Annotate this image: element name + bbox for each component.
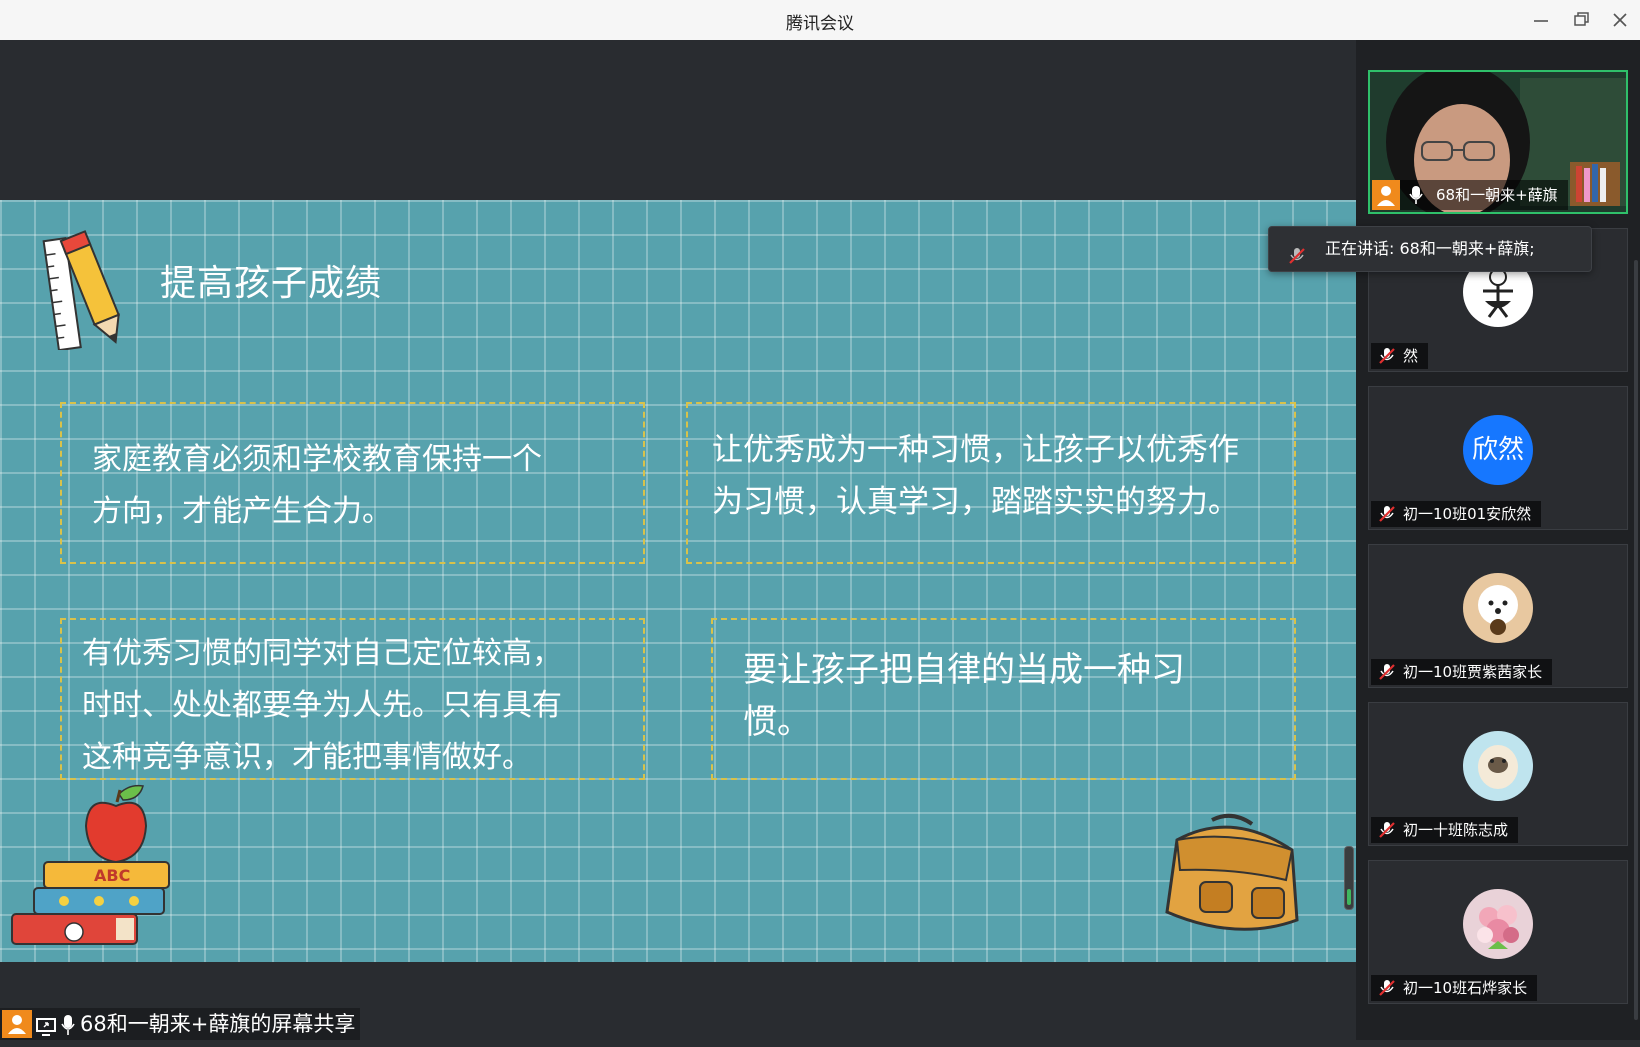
sidebar-scrollbar[interactable]	[1634, 260, 1638, 1020]
participant-name: 然	[1403, 347, 1419, 365]
participant-tile[interactable]: 欣然 初一10班01安欣然	[1368, 386, 1628, 530]
participant-name-bar: 初一10班贾紫茜家长	[1371, 659, 1553, 687]
text-line: 家庭教育必须和学校教育保持一个	[92, 442, 542, 477]
text-line: 要让孩子把自律的当成一种习	[743, 650, 1185, 690]
mic-muted-icon	[1377, 978, 1397, 1003]
participant-name: 68和一朝来+薛旗	[1436, 186, 1558, 204]
mic-muted-icon	[1287, 239, 1307, 283]
minimize-icon	[1534, 20, 1548, 22]
screen-share-text: 68和一朝来+薛旗的屏幕共享	[80, 1012, 356, 1036]
pencil-ruler-icon	[42, 230, 120, 350]
participant-name-bar: 初一10班石烨家长	[1371, 975, 1538, 1003]
participant-sidebar: 68和一朝来+薛旗 然 欣然 初一10班01安欣然 初一10班贾紫茜家长 初一十…	[1356, 40, 1640, 1040]
participant-name: 初一10班石烨家长	[1403, 979, 1528, 997]
text-box-competition: 有优秀习惯的同学对自己定位较高， 时时、处处都要争为人先。只有具有 这种竞争意识…	[60, 618, 645, 780]
volume-indicator[interactable]	[1344, 846, 1354, 910]
minimize-button[interactable]	[1528, 8, 1554, 32]
text-box-family-education: 家庭教育必须和学校教育保持一个 方向，才能产生合力。	[60, 402, 645, 564]
text-line: 这种竞争意识，才能把事情做好。	[82, 740, 532, 775]
participant-name: 初一10班01安欣然	[1403, 505, 1532, 523]
host-icon	[2, 1010, 32, 1038]
text-line: 为习惯，认真学习，踏踏实实的努力。	[712, 484, 1239, 520]
close-button[interactable]	[1607, 8, 1633, 32]
apple-books-icon: ABC	[11, 784, 170, 945]
screen-share-label: 68和一朝来+薛旗的屏幕共享	[0, 1008, 360, 1040]
speaking-tooltip: 正在讲话: 68和一朝来+薛旗;	[1268, 226, 1592, 272]
participant-name-bar: 初一十班陈志成	[1371, 817, 1519, 845]
participant-tile[interactable]: 初一10班贾紫茜家长	[1368, 544, 1628, 688]
slide-title: 提高孩子成绩	[160, 263, 383, 304]
microphone-icon	[1408, 185, 1424, 212]
mic-muted-icon	[1377, 820, 1397, 845]
avatar	[1463, 731, 1533, 801]
participant-name-bar: 68和一朝来+薛旗	[1372, 180, 1568, 210]
presentation-slide: 提高孩子成绩 家庭教育必须和学校教育保持一个 方向，才能产生合力。 让优秀成为一…	[0, 200, 1356, 962]
books-label: ABC	[94, 866, 130, 885]
participant-name: 初一十班陈志成	[1403, 821, 1509, 839]
avatar: 欣然	[1463, 415, 1533, 485]
text-box-self-discipline: 要让孩子把自律的当成一种习 惯。	[711, 618, 1296, 780]
mic-muted-icon	[1377, 662, 1397, 687]
restore-button[interactable]	[1568, 8, 1594, 32]
avatar	[1463, 889, 1533, 959]
shared-screen-area: 提高孩子成绩 家庭教育必须和学校教育保持一个 方向，才能产生合力。 让优秀成为一…	[0, 40, 1356, 1040]
text-line: 方向，才能产生合力。	[92, 494, 392, 529]
participant-name-bar: 然	[1371, 343, 1429, 371]
volume-level	[1347, 889, 1351, 905]
speaking-text: 正在讲话: 68和一朝来+薛旗;	[1325, 239, 1535, 258]
text-line: 让优秀成为一种习惯，让孩子以优秀作	[712, 432, 1239, 468]
participant-tile[interactable]: 初一十班陈志成	[1368, 702, 1628, 846]
mic-muted-icon	[1377, 346, 1397, 371]
participant-name: 初一10班贾紫茜家长	[1403, 663, 1543, 681]
window-title: 腾讯会议	[786, 14, 854, 34]
participant-tile[interactable]: 初一10班石烨家长	[1368, 860, 1628, 1004]
close-icon	[1613, 13, 1627, 27]
text-line: 时时、处处都要争为人先。只有具有	[82, 688, 562, 723]
screen-share-icon	[36, 1014, 56, 1046]
text-box-excellence-habit: 让优秀成为一种习惯，让孩子以优秀作 为习惯，认真学习，踏踏实实的努力。	[686, 402, 1296, 564]
host-icon	[1372, 180, 1400, 210]
participant-tile[interactable]: 68和一朝来+薛旗	[1368, 70, 1628, 214]
avatar	[1463, 573, 1533, 643]
mic-muted-icon	[1377, 504, 1397, 529]
backpack-icon	[1165, 813, 1299, 931]
microphone-icon	[60, 1013, 76, 1045]
participant-name-bar: 初一10班01安欣然	[1371, 501, 1542, 529]
text-line: 惯。	[743, 702, 811, 742]
title-bar: 腾讯会议	[0, 0, 1640, 41]
restore-icon	[1574, 12, 1589, 26]
text-line: 有优秀习惯的同学对自己定位较高，	[82, 636, 562, 671]
